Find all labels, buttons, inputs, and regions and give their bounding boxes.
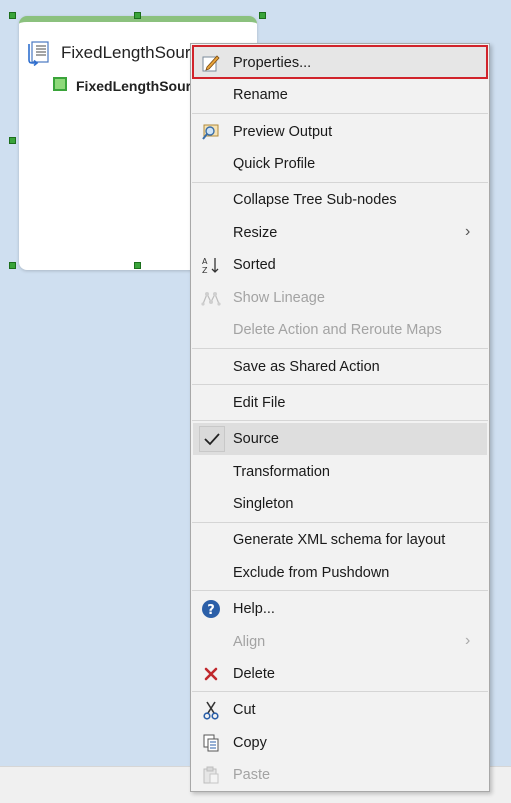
copy-icon [201, 733, 221, 753]
menu-separator [192, 348, 488, 349]
preview-output-icon [201, 122, 221, 142]
menu-item-label: Delete Action and Reroute Maps [233, 322, 442, 338]
menu-item-cut[interactable]: Cut [191, 694, 489, 726]
menu-item-exclude-pushdown[interactable]: Exclude from Pushdown [191, 557, 489, 589]
menu-item-label: Help... [233, 601, 275, 617]
menu-item-save-shared-action[interactable]: Save as Shared Action [191, 351, 489, 383]
check-icon [199, 426, 225, 452]
menu-item-quick-profile[interactable]: Quick Profile [191, 148, 489, 180]
menu-separator [192, 522, 488, 523]
menu-item-delete-action-reroute[interactable]: Delete Action and Reroute Maps [191, 314, 489, 346]
menu-item-label: Save as Shared Action [233, 359, 380, 375]
menu-item-align[interactable]: Align › [191, 626, 489, 658]
cut-icon [201, 700, 221, 720]
svg-text:?: ? [207, 603, 215, 618]
chevron-right-icon: › [465, 632, 471, 649]
menu-item-label: Preview Output [233, 124, 333, 140]
menu-separator [192, 691, 488, 692]
menu-item-label: Source [233, 431, 279, 447]
menu-item-label: Delete [233, 666, 275, 682]
menu-item-paste[interactable]: Paste [191, 759, 489, 791]
paste-icon [201, 765, 221, 785]
menu-item-transformation[interactable]: Transformation [191, 456, 489, 488]
menu-item-label: Rename [233, 87, 288, 103]
menu-item-label: Singleton [233, 496, 294, 512]
menu-item-label: Collapse Tree Sub-nodes [233, 192, 397, 208]
chevron-right-icon: › [465, 223, 471, 240]
menu-separator [192, 113, 488, 114]
menu-separator [192, 384, 488, 385]
resize-handle[interactable] [9, 262, 16, 269]
menu-item-label: Quick Profile [233, 156, 316, 172]
menu-item-sorted[interactable]: A Z Sorted [191, 249, 489, 281]
menu-item-properties[interactable]: Properties... [191, 47, 489, 79]
menu-item-label: Edit File [233, 395, 286, 411]
context-menu: Properties... Rename Preview Output Quic… [190, 43, 490, 792]
menu-item-label: Show Lineage [233, 290, 325, 306]
svg-text:A: A [202, 257, 208, 266]
delete-icon [201, 664, 221, 684]
menu-item-preview-output[interactable]: Preview Output [191, 116, 489, 148]
sort-az-icon: A Z [201, 255, 221, 275]
resize-handle[interactable] [9, 137, 16, 144]
menu-item-label: Copy [233, 735, 267, 751]
menu-item-label: Sorted [233, 257, 276, 273]
resize-handle[interactable] [259, 12, 266, 19]
menu-item-rename[interactable]: Rename [191, 79, 489, 111]
menu-item-collapse-tree[interactable]: Collapse Tree Sub-nodes [191, 184, 489, 216]
menu-item-label: Paste [233, 767, 271, 783]
menu-item-edit-file[interactable]: Edit File [191, 387, 489, 419]
menu-item-label: Cut [233, 702, 256, 718]
menu-item-copy[interactable]: Copy [191, 727, 489, 759]
svg-text:Z: Z [202, 266, 208, 275]
menu-item-label: Exclude from Pushdown [233, 565, 390, 581]
properties-icon [201, 53, 221, 73]
fixed-length-source-icon [25, 40, 53, 71]
menu-separator [192, 420, 488, 421]
lineage-icon [201, 288, 221, 308]
field-icon [53, 77, 67, 91]
menu-item-label: Transformation [233, 464, 330, 480]
resize-handle[interactable] [9, 12, 16, 19]
menu-item-show-lineage[interactable]: Show Lineage [191, 282, 489, 314]
menu-item-help[interactable]: ? Help... [191, 593, 489, 625]
menu-item-label: Properties... [233, 55, 312, 71]
menu-item-singleton[interactable]: Singleton [191, 488, 489, 520]
menu-separator [192, 182, 488, 183]
menu-item-source[interactable]: Source [191, 423, 489, 455]
menu-item-delete[interactable]: Delete [191, 658, 489, 690]
menu-item-label: Align [233, 634, 266, 650]
menu-item-label: Resize [233, 225, 278, 241]
help-icon: ? [201, 599, 221, 619]
menu-item-resize[interactable]: Resize › [191, 217, 489, 249]
menu-separator [192, 590, 488, 591]
menu-item-label: Generate XML schema for layout [233, 532, 446, 548]
resize-handle[interactable] [134, 12, 141, 19]
resize-handle[interactable] [134, 262, 141, 269]
menu-item-generate-xml-schema[interactable]: Generate XML schema for layout [191, 524, 489, 556]
